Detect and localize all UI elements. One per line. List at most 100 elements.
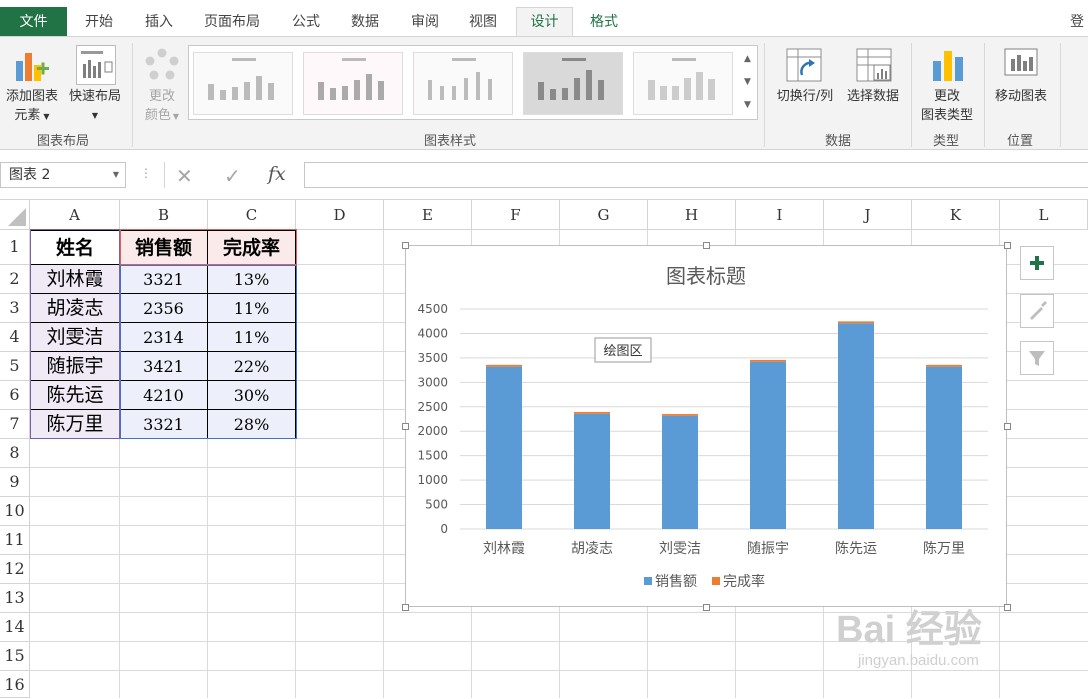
table-header-cell[interactable]: 销售额 — [120, 230, 208, 265]
switch-row-column-icon[interactable] — [786, 47, 822, 83]
table-cell[interactable]: 2314 — [120, 323, 208, 352]
tab-format[interactable]: 格式 — [575, 10, 633, 34]
chart-style-3[interactable] — [413, 52, 513, 115]
chart-style-4[interactable] — [523, 52, 623, 115]
add-chart-element-icon[interactable] — [14, 47, 50, 83]
chart-style-1[interactable] — [193, 52, 293, 115]
row-header[interactable]: 9 — [0, 468, 30, 497]
row-header[interactable]: 15 — [0, 642, 30, 671]
row-header[interactable]: 16 — [0, 671, 30, 698]
change-chart-type-button[interactable]: 更改 图表类型 — [914, 87, 980, 125]
table-cell[interactable]: 28% — [208, 410, 296, 439]
table-cell[interactable]: 3421 — [120, 352, 208, 381]
formula-input[interactable] — [304, 162, 1088, 188]
select-all-corner[interactable] — [0, 200, 30, 230]
table-cell[interactable]: 3321 — [120, 410, 208, 439]
table-cell[interactable]: 3321 — [120, 265, 208, 294]
table-cell[interactable]: 随振宇 — [30, 352, 120, 381]
resize-handle[interactable] — [402, 423, 409, 430]
tab-page-layout[interactable]: 页面布局 — [193, 10, 271, 34]
column-header[interactable]: G — [560, 200, 648, 230]
tab-file[interactable]: 文件 — [0, 7, 67, 37]
table-cell[interactable]: 4210 — [120, 381, 208, 410]
resize-handle[interactable] — [703, 242, 710, 249]
add-chart-element-button[interactable]: 添加图表 元素 ▼ — [0, 87, 64, 126]
table-header-cell[interactable]: 完成率 — [208, 230, 296, 265]
tab-insert[interactable]: 插入 — [130, 10, 188, 34]
table-cell[interactable]: 陈先运 — [30, 381, 120, 410]
row-header[interactable]: 3 — [0, 294, 30, 323]
table-header-cell[interactable]: 姓名 — [30, 230, 120, 265]
chart-styles-button[interactable] — [1020, 294, 1054, 328]
row-header[interactable]: 5 — [0, 352, 30, 381]
table-cell[interactable]: 22% — [208, 352, 296, 381]
resize-handle[interactable] — [1004, 423, 1011, 430]
change-colors-button[interactable]: 更改 颜色 ▼ — [136, 87, 188, 126]
gallery-scroll-down-icon[interactable]: ▼ — [739, 71, 756, 93]
select-data-icon[interactable] — [856, 47, 892, 83]
column-header[interactable]: L — [1000, 200, 1088, 230]
row-header[interactable]: 8 — [0, 439, 30, 468]
resize-handle[interactable] — [1004, 242, 1011, 249]
column-header[interactable]: C — [208, 200, 296, 230]
cancel-icon[interactable]: ✕ — [176, 164, 193, 188]
row-header[interactable]: 11 — [0, 526, 30, 555]
bar-completion — [838, 321, 874, 324]
tab-home[interactable]: 开始 — [70, 10, 128, 34]
column-header[interactable]: I — [736, 200, 824, 230]
chart-object[interactable]: 图表标题 0 500 1000 1500 2000 2500 3000 3500 4000 4500… — [405, 245, 1007, 607]
row-header[interactable]: 2 — [0, 265, 30, 294]
gallery-more-icon[interactable]: ▼ — [739, 94, 756, 116]
resize-handle[interactable] — [402, 604, 409, 611]
gallery-scroll-up-icon[interactable]: ▲ — [739, 48, 756, 70]
chart-style-2[interactable] — [303, 52, 403, 115]
switch-row-column-button[interactable]: 切换行/列 — [768, 87, 842, 106]
chart-style-5[interactable] — [633, 52, 733, 115]
insert-function-icon[interactable]: fx — [268, 163, 286, 185]
row-header[interactable]: 1 — [0, 230, 30, 265]
column-header[interactable]: E — [384, 200, 472, 230]
table-cell[interactable]: 11% — [208, 323, 296, 352]
tab-data[interactable]: 数据 — [336, 10, 394, 34]
resize-handle[interactable] — [402, 242, 409, 249]
table-cell[interactable]: 30% — [208, 381, 296, 410]
move-chart-button[interactable]: 移动图表 — [988, 87, 1054, 106]
table-cell[interactable]: 胡凌志 — [30, 294, 120, 323]
row-header[interactable]: 6 — [0, 381, 30, 410]
resize-handle[interactable] — [703, 604, 710, 611]
table-cell[interactable]: 刘林霞 — [30, 265, 120, 294]
tab-formulas[interactable]: 公式 — [277, 10, 335, 34]
row-header[interactable]: 7 — [0, 410, 30, 439]
row-header[interactable]: 12 — [0, 555, 30, 584]
move-chart-icon[interactable] — [1003, 47, 1039, 83]
change-chart-type-icon[interactable] — [930, 47, 966, 83]
chart-elements-button[interactable] — [1020, 246, 1054, 280]
column-header[interactable]: D — [296, 200, 384, 230]
column-header[interactable]: F — [472, 200, 560, 230]
row-header[interactable]: 14 — [0, 613, 30, 642]
table-cell[interactable]: 陈万里 — [30, 410, 120, 439]
column-header[interactable]: B — [120, 200, 208, 230]
column-header[interactable]: H — [648, 200, 736, 230]
quick-layout-button[interactable]: 快速布局 ▼ — [62, 87, 128, 125]
table-cell[interactable]: 刘雯洁 — [30, 323, 120, 352]
enter-icon[interactable]: ✓ — [224, 164, 241, 188]
row-header[interactable]: 10 — [0, 497, 30, 526]
column-header[interactable]: K — [912, 200, 1000, 230]
row-header[interactable]: 13 — [0, 584, 30, 613]
tab-review[interactable]: 审阅 — [396, 10, 454, 34]
chart-filters-button[interactable] — [1020, 341, 1054, 375]
quick-layout-icon[interactable] — [76, 45, 116, 85]
select-data-button[interactable]: 选择数据 — [840, 87, 906, 106]
row-header[interactable]: 4 — [0, 323, 30, 352]
table-cell[interactable]: 2356 — [120, 294, 208, 323]
column-header[interactable]: A — [30, 200, 120, 230]
table-cell[interactable]: 13% — [208, 265, 296, 294]
bar-completion — [926, 364, 962, 367]
column-header[interactable]: J — [824, 200, 912, 230]
account-login[interactable]: 登 — [1070, 10, 1088, 34]
name-box[interactable]: 图表 2 ▼ — [0, 162, 126, 188]
tab-design[interactable]: 设计 — [516, 7, 573, 36]
tab-view[interactable]: 视图 — [454, 10, 512, 34]
table-cell[interactable]: 11% — [208, 294, 296, 323]
